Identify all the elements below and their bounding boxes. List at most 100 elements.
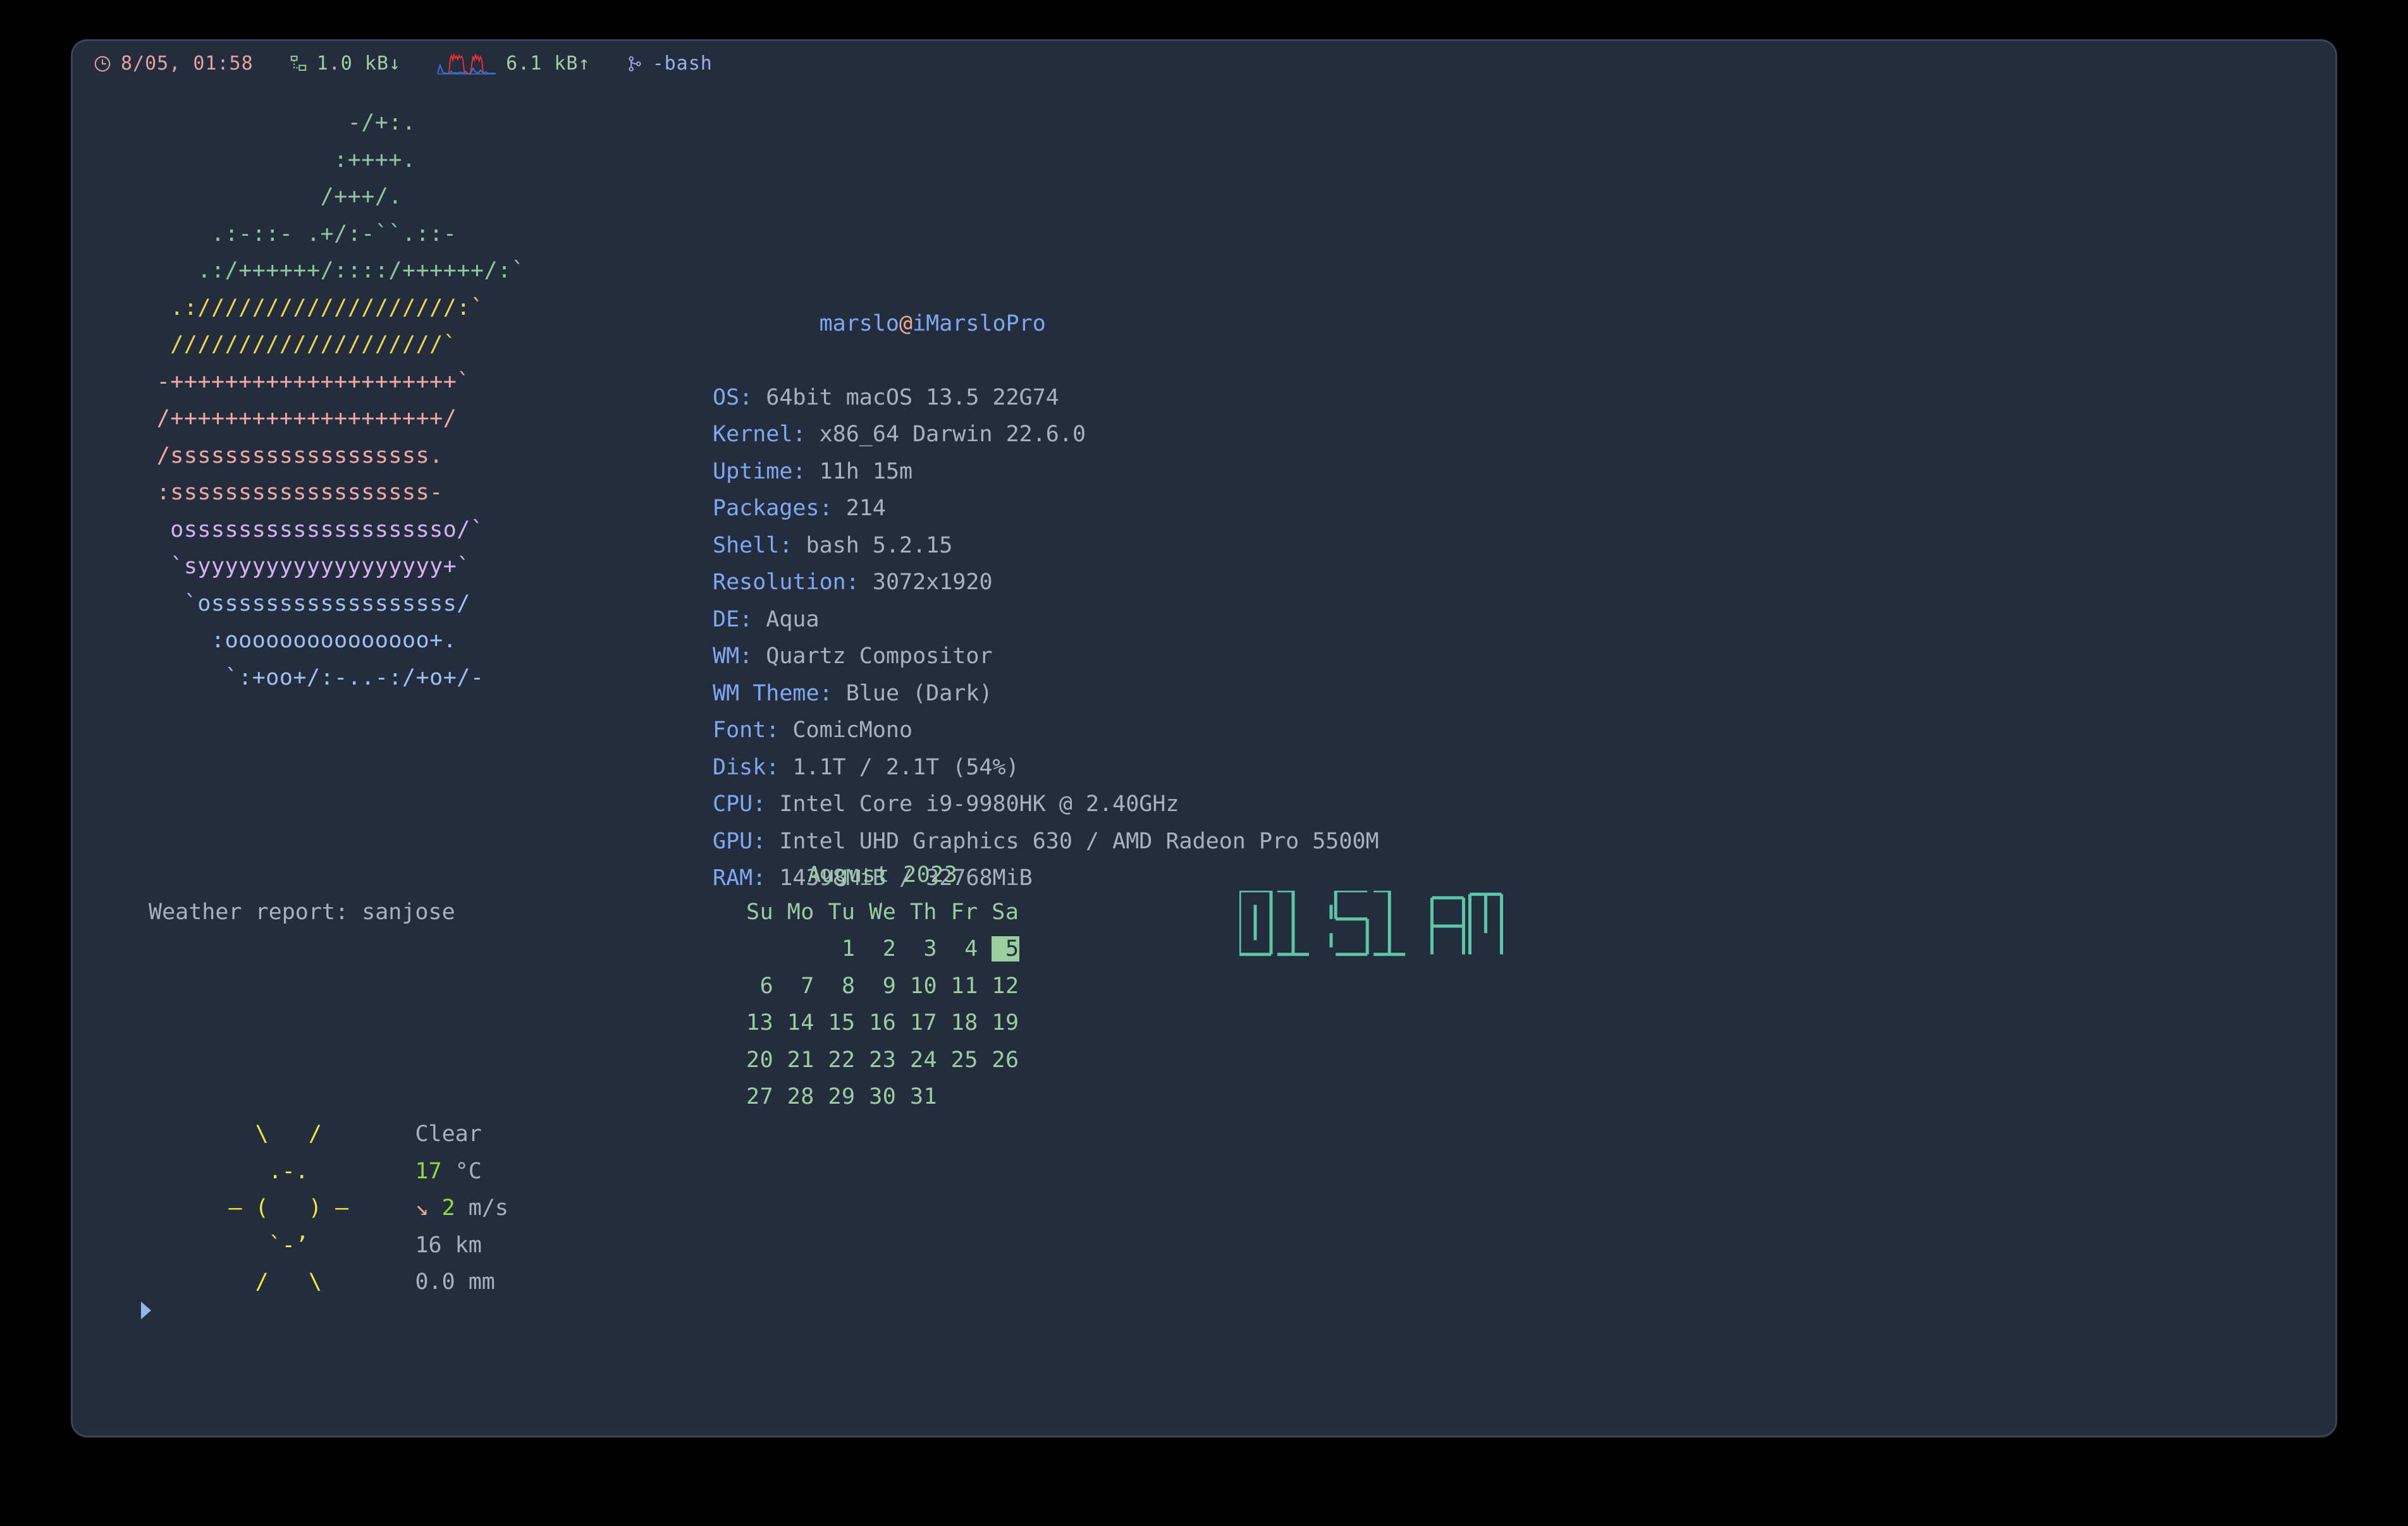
status-upload-text: 6.1 kB↑ bbox=[506, 52, 591, 75]
calendar-day: 31 bbox=[909, 1084, 938, 1109]
big-clock bbox=[1239, 891, 1631, 960]
neofetch-header: marslo@iMarsloPro bbox=[713, 268, 1379, 336]
neofetch-entry-key: OS: bbox=[713, 384, 753, 410]
neofetch-entry: DE: Aqua bbox=[713, 601, 1379, 638]
network-icon bbox=[289, 54, 308, 73]
neofetch-entry-key: Packages: bbox=[713, 496, 833, 521]
calendar-day: 2 bbox=[869, 936, 897, 961]
neofetch-entry-value: Quartz Compositor bbox=[752, 644, 993, 669]
calendar-day: 5 bbox=[992, 936, 1019, 961]
calendar-day: 1 bbox=[828, 936, 856, 961]
weather-sun-icon: .-. bbox=[202, 1158, 376, 1184]
calendar-day: 4 bbox=[950, 936, 978, 961]
neofetch-entry-key: Uptime: bbox=[713, 458, 806, 484]
neofetch-entry-value: 11h 15m bbox=[806, 458, 913, 484]
calendar-day: 28 bbox=[787, 1084, 814, 1109]
calendar-day: 21 bbox=[787, 1047, 814, 1073]
calendar: August 2023 Su Mo Tu We Th Fr Sa 1 2 3 4 … bbox=[746, 857, 1019, 1116]
weather-row: .-. 17 °C bbox=[149, 1153, 508, 1190]
neofetch-entry-value: 1.1T / 2.1T (54%) bbox=[779, 754, 1019, 780]
calendar-week-row: 1 2 3 4 5 bbox=[746, 931, 1019, 968]
calendar-day: 10 bbox=[909, 973, 938, 999]
neofetch-entry-key: Font: bbox=[713, 717, 780, 743]
neofetch-entry: WM Theme: Blue (Dark) bbox=[713, 675, 1379, 712]
status-download-group: 1.0 kB↓ bbox=[289, 54, 401, 73]
network-sparkline-icon bbox=[436, 52, 497, 75]
neofetch-user: marslo bbox=[819, 310, 900, 336]
status-download-text: 1.0 kB↓ bbox=[316, 52, 402, 75]
status-clock-group: 8/05, 01:58 bbox=[93, 54, 254, 73]
calendar-day: 8 bbox=[828, 973, 856, 999]
neofetch-entry-key: CPU: bbox=[713, 791, 766, 817]
neofetch-entry: Shell: bash 5.2.15 bbox=[713, 527, 1379, 565]
ascii-art-line: .:/++++++/::::/++++++/:` bbox=[116, 258, 525, 283]
calendar-day: 24 bbox=[909, 1047, 938, 1073]
neofetch-info: marslo@iMarsloPro OS: 64bit macOS 13.5 2… bbox=[713, 194, 1379, 971]
neofetch-at: @ bbox=[899, 310, 913, 336]
calendar-day: 6 bbox=[746, 973, 774, 999]
calendar-week-row: 20 21 22 23 24 25 26 bbox=[746, 1042, 1019, 1079]
git-branch-icon bbox=[626, 54, 644, 73]
calendar-day: 25 bbox=[950, 1047, 978, 1073]
calendar-day: 11 bbox=[950, 973, 978, 999]
neofetch-entry: Resolution: 3072x1920 bbox=[713, 564, 1379, 601]
neofetch-entry-key: Disk: bbox=[713, 754, 780, 780]
calendar-day: 13 bbox=[746, 1010, 774, 1035]
calendar-day: 14 bbox=[787, 1010, 814, 1035]
calendar-day: 17 bbox=[909, 1010, 938, 1035]
neofetch-entry-value: 3072x1920 bbox=[859, 570, 993, 595]
status-shell-text: -bash bbox=[652, 52, 713, 75]
ascii-art-line: :sssssssssssssssssss- bbox=[116, 480, 443, 505]
ascii-art-line: ////////////////////` bbox=[116, 332, 457, 357]
ascii-art-line: .:-::- .+/:-``.::- bbox=[116, 221, 457, 247]
weather-value: 17 bbox=[415, 1158, 442, 1184]
calendar-day: 18 bbox=[950, 1010, 978, 1035]
shell-session[interactable]: ┌-(marslo@iMarsloPro ~/iMarslo/tools/git… bbox=[73, 1187, 2335, 1436]
neofetch-entry: Packages: 214 bbox=[713, 490, 1379, 527]
neofetch-entry: OS: 64bit macOS 13.5 22G74 bbox=[713, 379, 1379, 417]
status-shell-group: -bash bbox=[626, 54, 713, 73]
calendar-day: 7 bbox=[787, 973, 814, 999]
calendar-day bbox=[746, 936, 773, 961]
calendar-day bbox=[787, 936, 814, 961]
calendar-day bbox=[951, 1084, 978, 1109]
ascii-art-line: .:///////////////////:` bbox=[116, 295, 484, 320]
terminal-body[interactable]: -/+:. :++++. /+++/. .:-::- .+/:-``.::- .… bbox=[73, 87, 2335, 1436]
neofetch-entry-key: DE: bbox=[713, 606, 753, 632]
ascii-art-line: `:+oo+/:-..-:/+o+/- bbox=[116, 664, 484, 690]
calendar-day: 29 bbox=[828, 1084, 856, 1109]
calendar-weekday-header: Su Mo Tu We Th Fr Sa bbox=[746, 899, 1019, 925]
calendar-day: 3 bbox=[909, 936, 938, 961]
neofetch-entry-list: OS: 64bit macOS 13.5 22G74 Kernel: x86_64… bbox=[713, 379, 1379, 897]
calendar-week-row: 27 28 29 30 31 bbox=[746, 1078, 1019, 1116]
neofetch-entry-value: 214 bbox=[832, 496, 886, 521]
prompt-marker-line-1 bbox=[73, 1298, 2335, 1335]
neofetch-entry-key: Shell: bbox=[713, 532, 793, 558]
neofetch-entry: CPU: Intel Core i9-9980HK @ 2.40GHz bbox=[713, 786, 1379, 823]
ascii-art-line: :++++. bbox=[116, 147, 416, 173]
calendar-day: 20 bbox=[746, 1047, 774, 1073]
neofetch-entry-value: Intel UHD Graphics 630 / AMD Radeon Pro … bbox=[766, 828, 1379, 854]
terminal-window[interactable]: 8/05, 01:58 1.0 kB↓ 6.1 kB↑ -bash -/+:. … bbox=[71, 39, 2337, 1437]
calendar-day: 19 bbox=[992, 1010, 1019, 1035]
neofetch-entry: Disk: 1.1T / 2.1T (54%) bbox=[713, 749, 1379, 786]
clock-digits bbox=[1239, 891, 1503, 956]
neofetch-entry-value: Aqua bbox=[752, 606, 820, 632]
neofetch-entry-key: WM Theme: bbox=[713, 680, 833, 706]
ascii-art-line: `ossssssssssssssssss/ bbox=[116, 590, 470, 616]
weather-row: \ / Clear bbox=[149, 1116, 508, 1153]
neofetch-entry: WM: Quartz Compositor bbox=[713, 638, 1379, 675]
neofetch-entry-key: Kernel: bbox=[713, 422, 806, 447]
calendar-week-row: 6 7 8 9 10 11 12 bbox=[746, 968, 1019, 1005]
neofetch-entry-key: WM: bbox=[713, 644, 753, 669]
neofetch-entry-value: 64bit macOS 13.5 22G74 bbox=[752, 384, 1059, 410]
ascii-art-line: /sssssssssssssssssss. bbox=[116, 443, 443, 468]
ascii-art-line: /++++++++++++++++++++/ bbox=[116, 406, 457, 431]
ascii-art-line: ossssssssssssssssssso/` bbox=[116, 516, 484, 542]
ascii-art-line: :ooooooooooooooo+. bbox=[116, 628, 457, 653]
calendar-title: August 2023 bbox=[808, 862, 958, 888]
calendar-day: 16 bbox=[869, 1010, 897, 1035]
neofetch-entry-key: Resolution: bbox=[713, 570, 859, 595]
neofetch-entry-value: bash 5.2.15 bbox=[792, 532, 953, 558]
status-bar: 8/05, 01:58 1.0 kB↓ 6.1 kB↑ -bash bbox=[73, 41, 2335, 87]
